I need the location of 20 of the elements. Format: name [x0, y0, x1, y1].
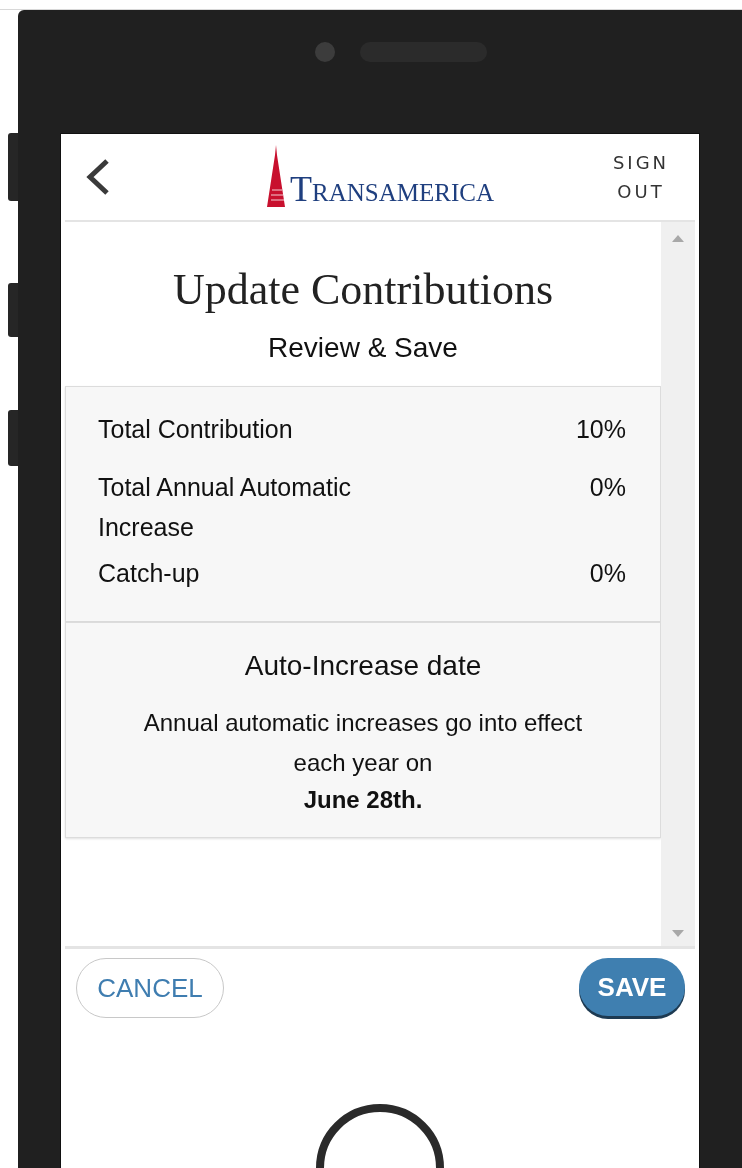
auto-increase-date: June 28th.: [302, 785, 424, 815]
auto-increase-text: Annual automatic increases go into effect each year on: [142, 708, 584, 778]
logo-text: TRANSAMERICA: [290, 171, 494, 207]
section-subtitle: Review & Save: [267, 331, 459, 365]
page-title: Update Contributions: [171, 264, 555, 316]
back-icon[interactable]: [85, 158, 111, 196]
scrollbar[interactable]: [661, 222, 695, 946]
scroll-up-icon[interactable]: [672, 234, 684, 242]
camera: [315, 42, 335, 62]
sign-out-link[interactable]: SIGN OUT: [609, 148, 673, 206]
summary-value: 0%: [589, 472, 626, 503]
auto-increase-heading: Auto-Increase date: [243, 649, 483, 683]
save-button[interactable]: SAVE: [579, 958, 685, 1016]
summary-label: Total Contribution: [98, 414, 294, 445]
summary-value: 10%: [575, 414, 626, 445]
scroll-down-icon[interactable]: [672, 930, 684, 938]
summary-value: 0%: [589, 558, 626, 589]
summary-label: Total Annual Automatic Increase: [98, 472, 352, 543]
cancel-button[interactable]: CANCEL: [76, 958, 224, 1018]
summary-label: Catch-up: [98, 558, 201, 589]
